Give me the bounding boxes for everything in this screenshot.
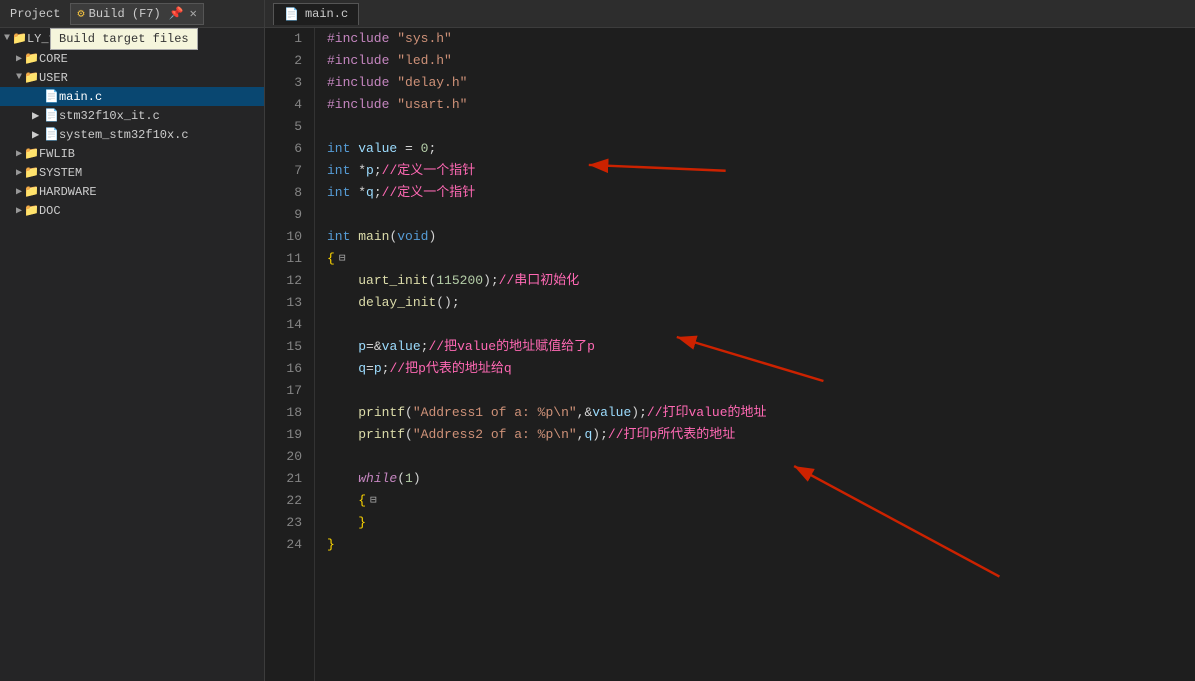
sys-label: system_stm32f10x.c	[59, 128, 189, 142]
sidebar-item-doc[interactable]: ▶ 📁 DOC	[0, 201, 264, 220]
expand-sys-icon: ▶	[32, 127, 44, 142]
close-build-icon[interactable]: ✕	[190, 6, 197, 21]
folder-icon-system: 📁	[24, 165, 39, 180]
expand-stm-icon: ▶	[32, 108, 44, 123]
file-tab-main-c[interactable]: 📄 main.c	[273, 3, 359, 25]
code-line-12: uart_init(115200);//串口初始化	[327, 270, 1195, 292]
file-icon-stm-it: 📄	[44, 108, 59, 123]
file-icon-tab: 📄	[284, 7, 299, 22]
hardware-label: HARDWARE	[39, 185, 97, 199]
code-line-11: { ⊟	[327, 248, 1195, 270]
build-tab-label: Build (F7)	[89, 7, 161, 21]
doc-label: DOC	[39, 204, 61, 218]
sidebar-item-system-stm[interactable]: ▶ 📄 system_stm32f10x.c	[0, 125, 264, 144]
system-label: SYSTEM	[39, 166, 82, 180]
file-icon-main: 📄	[44, 89, 59, 104]
folder-icon-hardware: 📁	[24, 184, 39, 199]
main-layout: ▼ 📁 LY_f1_rct6_usart_printf ▶ 📁 CORE ▼ 📁…	[0, 28, 1195, 681]
expand-system-icon: ▶	[16, 167, 22, 179]
sidebar-item-stm32-it[interactable]: ▶ 📄 stm32f10x_it.c	[0, 106, 264, 125]
code-editor[interactable]: 1 2 3 4 5 6 7 8 9 10 11 12 13 14 15 16 1…	[265, 28, 1195, 681]
file-icon-sys: 📄	[44, 127, 59, 142]
code-line-22: { ⊟	[327, 490, 1195, 512]
expand-hardware-icon: ▶	[16, 186, 22, 198]
folder-icon-root: 📁	[12, 31, 27, 46]
code-line-15: p=&value;//把value的地址赋值给了p	[327, 336, 1195, 358]
build-icon: ⚙	[77, 6, 84, 21]
sidebar-item-hardware[interactable]: ▶ 📁 HARDWARE	[0, 182, 264, 201]
build-tab[interactable]: ⚙ Build (F7) 📌 ✕	[70, 3, 203, 25]
code-line-20	[327, 446, 1195, 468]
fwlib-label: FWLIB	[39, 147, 75, 161]
expand-user-icon: ▼	[16, 72, 22, 83]
core-label: CORE	[39, 52, 68, 66]
code-line-5	[327, 116, 1195, 138]
code-area: 1 2 3 4 5 6 7 8 9 10 11 12 13 14 15 16 1…	[265, 28, 1195, 681]
sidebar-item-user[interactable]: ▼ 📁 USER	[0, 68, 264, 87]
stm-it-label: stm32f10x_it.c	[59, 109, 160, 123]
line-numbers: 1 2 3 4 5 6 7 8 9 10 11 12 13 14 15 16 1…	[265, 28, 315, 681]
user-label: USER	[39, 71, 68, 85]
code-line-13: delay_init();	[327, 292, 1195, 314]
expand-root-icon: ▼	[4, 33, 10, 44]
expand-doc-icon: ▶	[16, 205, 22, 217]
expand-fwlib-icon: ▶	[16, 148, 22, 160]
code-line-10: int main(void)	[327, 226, 1195, 248]
expand-core-icon: ▶	[16, 53, 22, 65]
build-tooltip: Build target files	[50, 28, 198, 50]
code-line-23: }	[327, 512, 1195, 534]
code-line-9	[327, 204, 1195, 226]
folder-icon-user: 📁	[24, 70, 39, 85]
code-line-18: printf("Address1 of a: %p\n",&value);//打…	[327, 402, 1195, 424]
code-line-21: while(1)	[327, 468, 1195, 490]
code-line-2: #include "led.h"	[327, 50, 1195, 72]
code-line-19: printf("Address2 of a: %p\n",q);//打印p所代表…	[327, 424, 1195, 446]
code-line-16: q=p;//把p代表的地址给q	[327, 358, 1195, 380]
code-line-4: #include "usart.h"	[327, 94, 1195, 116]
code-line-17	[327, 380, 1195, 402]
sidebar-item-core[interactable]: ▶ 📁 CORE	[0, 49, 264, 68]
editor-tabs: 📄 main.c	[265, 3, 367, 25]
file-tab-label: main.c	[305, 7, 348, 21]
main-c-label: main.c	[59, 90, 102, 104]
sidebar-item-system[interactable]: ▶ 📁 SYSTEM	[0, 163, 264, 182]
sidebar-item-main-c[interactable]: 📄 main.c	[0, 87, 264, 106]
folder-icon-fwlib: 📁	[24, 146, 39, 161]
project-sidebar: ▼ 📁 LY_f1_rct6_usart_printf ▶ 📁 CORE ▼ 📁…	[0, 28, 265, 681]
folder-icon-doc: 📁	[24, 203, 39, 218]
code-line-14	[327, 314, 1195, 336]
project-tab-label[interactable]: Project	[4, 5, 66, 23]
code-line-6: int value = 0;	[327, 138, 1195, 160]
code-line-8: int *q;//定义一个指针	[327, 182, 1195, 204]
folder-icon-core: 📁	[24, 51, 39, 66]
code-line-3: #include "delay.h"	[327, 72, 1195, 94]
top-bar: Project ⚙ Build (F7) 📌 ✕ 📄 main.c Build …	[0, 0, 1195, 28]
code-line-1: #include "sys.h"	[327, 28, 1195, 50]
sidebar-item-fwlib[interactable]: ▶ 📁 FWLIB	[0, 144, 264, 163]
code-line-7: int *p;//定义一个指针	[327, 160, 1195, 182]
pin-icon: 📌	[169, 6, 184, 21]
sidebar-header-bar: Project ⚙ Build (F7) 📌 ✕	[0, 0, 265, 27]
code-line-24: }	[327, 534, 1195, 556]
code-content: #include "sys.h" #include "led.h" #inclu…	[315, 28, 1195, 681]
